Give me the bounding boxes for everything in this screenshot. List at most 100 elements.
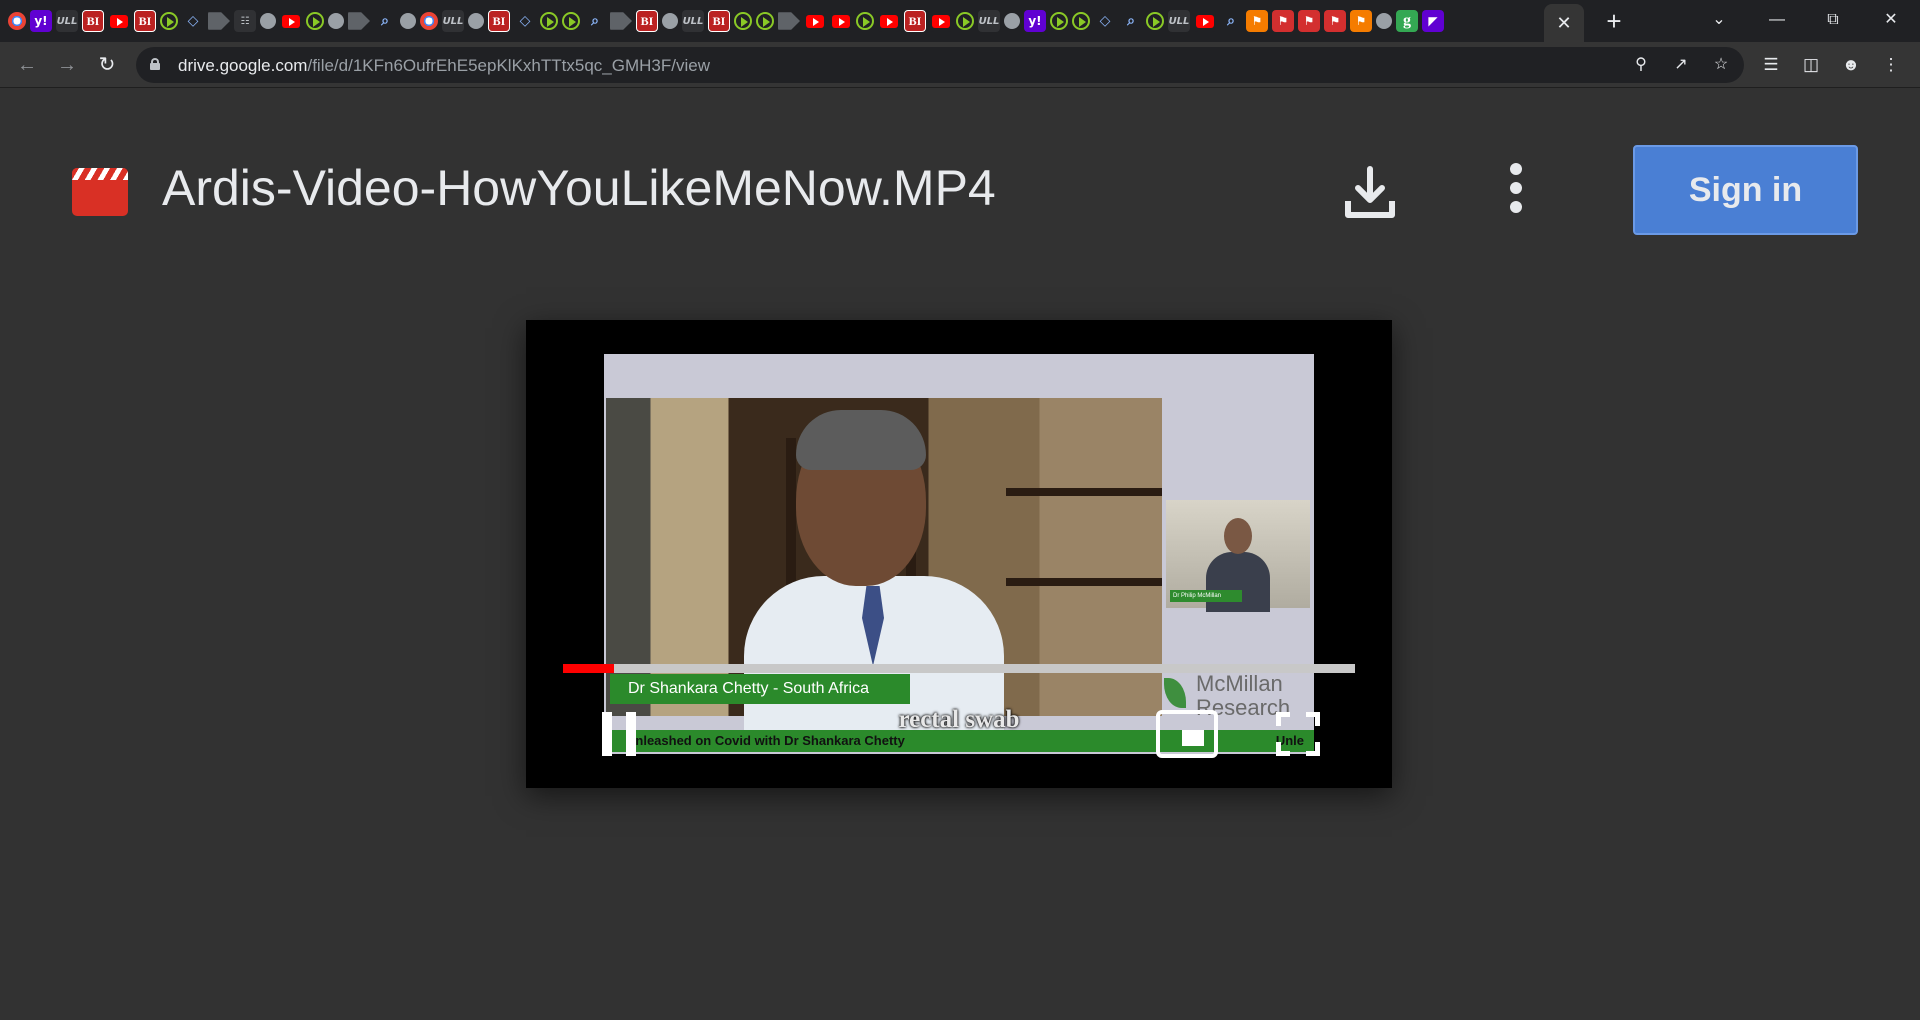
fullscreen-button[interactable] xyxy=(1276,712,1320,756)
close-window-button[interactable]: ✕ xyxy=(1868,4,1914,36)
tab-search-chevron-icon[interactable]: ⌄ xyxy=(1696,4,1742,36)
purple-icon[interactable]: ◤ xyxy=(1422,10,1444,32)
ticker-text: Unleashed on Covid with Dr Shankara Chet… xyxy=(626,733,905,748)
bookmark-star-icon[interactable]: ☆ xyxy=(1708,52,1734,78)
shield-icon[interactable]: ◇ xyxy=(514,10,536,32)
red-icon[interactable]: ⚑ xyxy=(1298,10,1320,32)
dark-tab-icon[interactable]: ULL xyxy=(682,10,704,32)
profile-icon[interactable]: ☻ xyxy=(1838,52,1864,78)
bi-icon[interactable]: BI xyxy=(636,10,658,32)
bi-icon[interactable]: BI xyxy=(904,10,926,32)
tab-icons: y! ULL BI BI ◇ ☷ ⌕ ULL BI ◇ ⌕ BI ULL BI BI ULL y! ◇ ⌕ ULL ⌕ ⚑… xyxy=(8,9,1544,33)
youtube-icon[interactable] xyxy=(830,10,852,32)
dark-tab-icon[interactable]: ULL xyxy=(1168,10,1190,32)
bi-icon[interactable]: BI xyxy=(134,10,156,32)
search-icon[interactable]: ⌕ xyxy=(374,10,396,32)
chrome-icon[interactable] xyxy=(8,12,26,30)
globe-icon[interactable] xyxy=(328,13,344,29)
shield-icon[interactable]: ◇ xyxy=(182,10,204,32)
play-icon[interactable] xyxy=(160,12,178,30)
dark-tab-icon[interactable]: ULL xyxy=(442,10,464,32)
pause-button[interactable] xyxy=(602,712,642,756)
pip-inset: Dr Philip McMillan xyxy=(1166,500,1310,612)
more-vert-icon xyxy=(1510,163,1522,213)
share-icon[interactable]: ↗ xyxy=(1668,52,1694,78)
globe-icon[interactable] xyxy=(1376,13,1392,29)
reload-button[interactable]: ↻ xyxy=(92,50,122,80)
search-icon[interactable]: ⌕ xyxy=(1120,10,1142,32)
brand-line-1: McMillan xyxy=(1196,671,1283,696)
globe-icon[interactable] xyxy=(468,13,484,29)
grid-icon[interactable]: ☷ xyxy=(234,10,256,32)
google-icon[interactable] xyxy=(420,12,438,30)
youtube-icon[interactable] xyxy=(804,10,826,32)
arrow-icon[interactable] xyxy=(778,12,800,30)
video-player[interactable]: Dr Philip McMillan McMillan Research Dr S… xyxy=(526,320,1392,788)
new-tab-button[interactable]: + xyxy=(1598,6,1630,38)
dark-tab-icon[interactable]: ULL xyxy=(978,10,1000,32)
green-g-icon[interactable]: g xyxy=(1396,10,1418,32)
youtube-icon[interactable] xyxy=(930,10,952,32)
progress-bar[interactable] xyxy=(563,664,1355,673)
play-icon[interactable] xyxy=(856,12,874,30)
file-title: Ardis-Video-HowYouLikeMeNow.MP4 xyxy=(162,160,996,216)
globe-icon[interactable] xyxy=(662,13,678,29)
progress-played xyxy=(563,664,615,673)
forward-button[interactable]: → xyxy=(52,50,82,80)
leaf-icon xyxy=(1164,678,1186,708)
address-bar[interactable]: drive.google.com/file/d/1KFn6OufrEhE5epK… xyxy=(136,47,1744,83)
bookmark-icon[interactable]: ⚑ xyxy=(1350,10,1372,32)
play-icon[interactable] xyxy=(756,12,774,30)
yahoo-icon[interactable]: y! xyxy=(1024,10,1046,32)
reading-list-icon[interactable]: ☰ xyxy=(1758,52,1784,78)
download-icon xyxy=(1345,166,1395,218)
minimize-button[interactable]: — xyxy=(1754,4,1800,36)
yahoo-icon[interactable]: y! xyxy=(30,10,52,32)
play-icon[interactable] xyxy=(540,12,558,30)
back-button[interactable]: ← xyxy=(12,50,42,80)
play-icon[interactable] xyxy=(956,12,974,30)
red-icon[interactable]: ⚑ xyxy=(1272,10,1294,32)
arrow-icon[interactable] xyxy=(208,12,230,30)
arrow-icon[interactable] xyxy=(610,12,632,30)
menu-dots-icon[interactable]: ⋮ xyxy=(1878,52,1904,78)
lock-icon[interactable] xyxy=(150,58,160,70)
play-icon[interactable] xyxy=(1146,12,1164,30)
url-text[interactable]: drive.google.com/file/d/1KFn6OufrEhE5epK… xyxy=(178,56,710,76)
sign-in-button[interactable]: Sign in xyxy=(1633,145,1858,235)
restore-button[interactable]: ⧉ xyxy=(1810,4,1856,36)
red-icon[interactable]: ⚑ xyxy=(1324,10,1346,32)
zoom-icon[interactable]: ⚲ xyxy=(1628,52,1654,78)
youtube-icon[interactable] xyxy=(108,10,130,32)
bi-icon[interactable]: BI xyxy=(82,10,104,32)
bi-icon[interactable]: BI xyxy=(708,10,730,32)
download-button[interactable] xyxy=(1340,163,1400,223)
video-frame[interactable]: Dr Philip McMillan McMillan Research Dr S… xyxy=(604,354,1314,754)
search-icon[interactable]: ⌕ xyxy=(1220,10,1242,32)
globe-icon[interactable] xyxy=(260,13,276,29)
play-icon[interactable] xyxy=(306,12,324,30)
more-options-button[interactable] xyxy=(1510,163,1522,223)
play-icon[interactable] xyxy=(562,12,580,30)
bi-icon[interactable]: BI xyxy=(488,10,510,32)
globe-icon[interactable] xyxy=(1004,13,1020,29)
play-icon[interactable] xyxy=(734,12,752,30)
active-tab[interactable]: ✕ xyxy=(1544,4,1584,42)
youtube-icon[interactable] xyxy=(280,10,302,32)
close-tab-icon[interactable]: ✕ xyxy=(1556,13,1571,34)
pip-label: Dr Philip McMillan xyxy=(1170,590,1242,602)
pause-bar-icon xyxy=(626,712,636,756)
play-icon[interactable] xyxy=(1050,12,1068,30)
search-icon[interactable]: ⌕ xyxy=(584,10,606,32)
globe-icon[interactable] xyxy=(400,13,416,29)
play-icon[interactable] xyxy=(1072,12,1090,30)
shield-icon[interactable]: ◇ xyxy=(1094,10,1116,32)
video-file-icon xyxy=(72,168,128,216)
dark-tab-icon[interactable]: ULL xyxy=(56,10,78,32)
youtube-icon[interactable] xyxy=(1194,10,1216,32)
side-panel-icon[interactable]: ◫ xyxy=(1798,52,1824,78)
bookmark-icon[interactable]: ⚑ xyxy=(1246,10,1268,32)
arrow-icon[interactable] xyxy=(348,12,370,30)
youtube-icon[interactable] xyxy=(878,10,900,32)
miniplayer-button[interactable] xyxy=(1156,710,1218,758)
